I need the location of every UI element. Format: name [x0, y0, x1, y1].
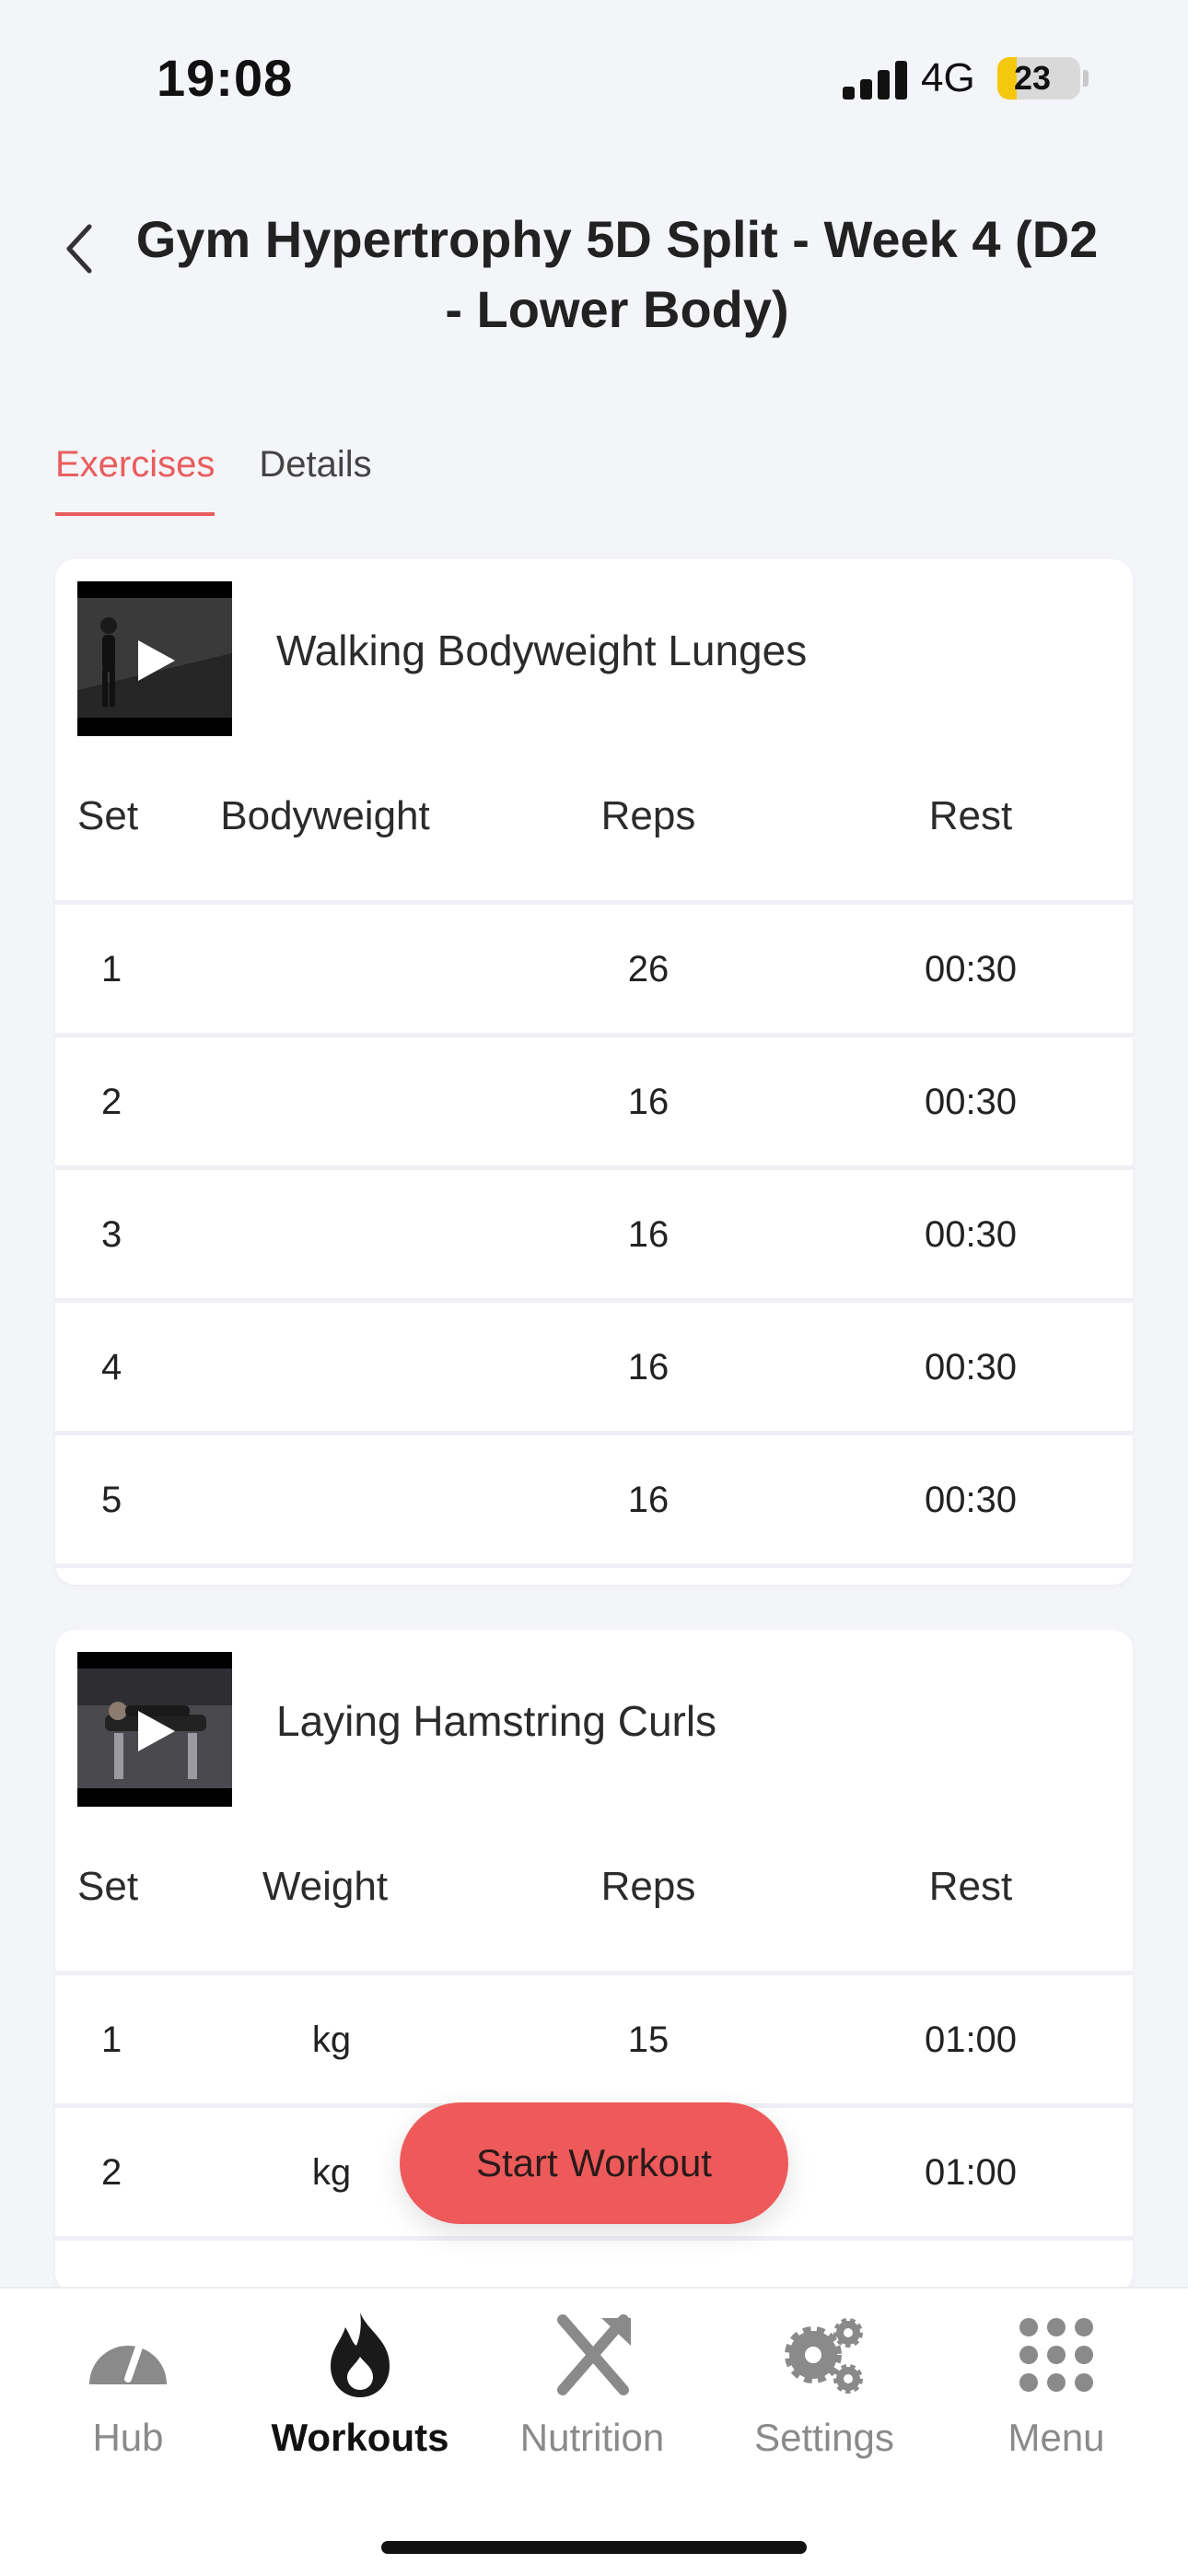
table-header: Set Bodyweight Reps Rest — [55, 744, 1133, 900]
col-set: Set — [77, 793, 139, 838]
table-row[interactable]: 1 26 00:30 — [55, 900, 1133, 1033]
rest-value: 00:30 — [924, 1082, 1018, 1122]
set-number: 4 — [101, 1347, 122, 1388]
battery-level: 23 — [1013, 59, 1052, 97]
col-rest: Rest — [928, 793, 1013, 838]
rest-value: 00:30 — [924, 1347, 1018, 1388]
home-indicator[interactable] — [381, 2541, 807, 2554]
rest-value: 00:30 — [924, 949, 1018, 989]
set-number: 5 — [101, 1480, 122, 1520]
reps-value: 16 — [627, 1082, 670, 1122]
start-workout-button[interactable]: Start Workout — [400, 2102, 788, 2224]
nav-label: Workouts — [271, 2416, 449, 2459]
col-set: Set — [77, 1864, 139, 1909]
set-number: 2 — [101, 2152, 122, 2193]
flame-icon — [331, 2313, 390, 2397]
network-label: 4G — [921, 55, 975, 100]
exercise-name: Walking Bodyweight Lunges — [276, 626, 808, 674]
nav-label: Nutrition — [519, 2416, 665, 2459]
set-number: 2 — [101, 1082, 122, 1122]
gauge-icon — [89, 2333, 167, 2384]
table-row[interactable]: 3 16 00:30 — [55, 1165, 1133, 1298]
battery-tip — [1083, 70, 1089, 87]
bottom-nav: Hub Workouts Nutrition Settings Menu — [0, 2287, 1188, 2576]
signal-icon — [843, 61, 907, 100]
exercise-name: Laying Hamstring Curls — [276, 1697, 717, 1745]
status-bar: 19:08 4G 23 — [0, 0, 1188, 157]
nav-workouts[interactable]: Workouts — [245, 2309, 475, 2493]
col-rest: Rest — [928, 1864, 1013, 1909]
table-row-partial — [55, 2236, 1133, 2293]
tab-details[interactable]: Details — [259, 433, 371, 516]
nav-hub[interactable]: Hub — [13, 2309, 243, 2493]
tab-exercises[interactable]: Exercises — [55, 433, 215, 516]
rest-value: 01:00 — [924, 2020, 1018, 2060]
col-weight: Bodyweight — [220, 793, 430, 838]
nav-nutrition[interactable]: Nutrition — [477, 2309, 707, 2493]
back-button[interactable] — [48, 212, 112, 286]
col-reps: Reps — [600, 793, 696, 838]
nav-label: Hub — [92, 2416, 164, 2459]
weight-value: kg — [311, 2020, 352, 2060]
reps-value: 15 — [627, 2020, 670, 2060]
table-row[interactable]: 2 16 00:30 — [55, 1033, 1133, 1165]
video-thumbnail[interactable] — [77, 581, 232, 736]
set-number: 1 — [101, 2020, 122, 2060]
nav-settings[interactable]: Settings — [709, 2309, 939, 2493]
set-number: 3 — [101, 1214, 122, 1255]
col-weight: Weight — [262, 1864, 389, 1909]
weight-value: kg — [311, 2152, 352, 2193]
table-row-partial — [55, 1563, 1133, 1585]
page-title: Gym Hypertrophy 5D Split - Week 4 (D2 - … — [135, 210, 1099, 338]
play-icon — [138, 640, 175, 681]
gears-icon — [785, 2318, 863, 2394]
set-number: 1 — [101, 949, 122, 989]
nav-label: Menu — [1007, 2416, 1105, 2459]
reps-value: 26 — [627, 949, 670, 989]
table-row[interactable]: 1 kg 15 01:00 — [55, 1971, 1133, 2103]
grid-dots-icon — [1019, 2318, 1093, 2392]
fork-knife-icon — [557, 2314, 631, 2395]
nav-menu[interactable]: Menu — [941, 2309, 1171, 2493]
battery-icon: 23 — [997, 57, 1080, 100]
chevron-left-icon — [66, 224, 92, 274]
table-row[interactable]: 5 16 00:30 — [55, 1431, 1133, 1563]
reps-value: 16 — [627, 1214, 670, 1255]
exercise-header[interactable]: Laying Hamstring Curls — [55, 1630, 1133, 1814]
rest-value: 00:30 — [924, 1214, 1018, 1255]
exercise-header[interactable]: Walking Bodyweight Lunges — [55, 559, 1133, 744]
tab-bar: Exercises Details — [55, 433, 416, 516]
nav-label: Settings — [754, 2416, 894, 2459]
play-icon — [138, 1711, 175, 1751]
reps-value: 16 — [627, 1347, 670, 1388]
status-time: 19:08 — [157, 49, 294, 107]
rest-value: 01:00 — [924, 2152, 1018, 2193]
video-thumbnail[interactable] — [77, 1652, 232, 1807]
exercise-card: Walking Bodyweight Lunges Set Bodyweight… — [55, 559, 1133, 1585]
table-row[interactable]: 4 16 00:30 — [55, 1298, 1133, 1431]
col-reps: Reps — [600, 1864, 696, 1909]
table-header: Set Weight Reps Rest — [55, 1814, 1133, 1971]
reps-value: 16 — [627, 1480, 670, 1520]
rest-value: 00:30 — [924, 1480, 1018, 1520]
